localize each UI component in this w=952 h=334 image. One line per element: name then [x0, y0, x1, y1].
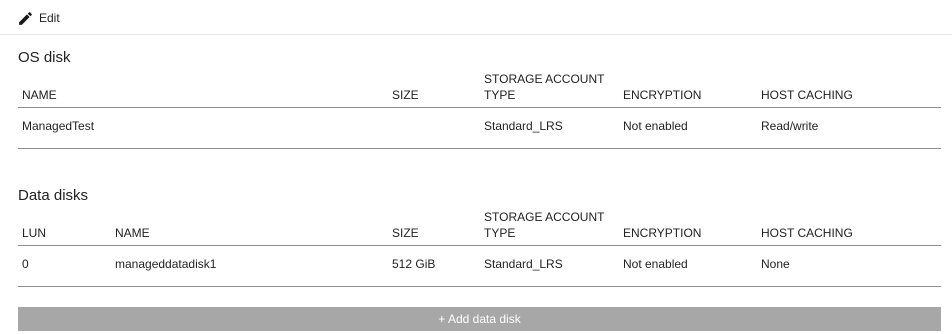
table-bottom-divider [18, 148, 941, 149]
cell-storage-type: Standard_LRS [484, 257, 563, 271]
os-disk-title: OS disk [18, 49, 71, 66]
col-header-host-caching: HOST CACHING [761, 88, 853, 102]
header-divider [18, 245, 941, 246]
cell-lun: 0 [22, 257, 29, 271]
table-bottom-divider [18, 286, 941, 287]
col-header-storage-line2: TYPE [484, 226, 516, 240]
cell-name: manageddatadisk1 [115, 257, 217, 271]
cell-name: ManagedTest [22, 119, 95, 133]
add-data-disk-button[interactable]: + Add data disk [18, 307, 941, 331]
cell-encryption: Not enabled [623, 119, 688, 133]
col-header-storage-line1: STORAGE ACCOUNT [484, 210, 605, 224]
col-header-lun: LUN [22, 226, 47, 240]
col-header-host-caching: HOST CACHING [761, 226, 853, 240]
header-divider [18, 107, 941, 108]
command-bar: Edit [0, 0, 952, 35]
col-header-size: SIZE [392, 226, 419, 240]
cell-size: 512 GiB [392, 257, 436, 271]
col-header-storage-line1: STORAGE ACCOUNT [484, 72, 605, 86]
edit-button[interactable]: Edit [17, 8, 60, 28]
cell-host-caching: None [761, 257, 790, 271]
cell-host-caching: Read/write [761, 119, 819, 133]
col-header-storage-line2: TYPE [484, 88, 516, 102]
pencil-icon [17, 10, 34, 27]
col-header-name: NAME [115, 226, 150, 240]
edit-label: Edit [39, 11, 60, 25]
col-header-size: SIZE [392, 88, 419, 102]
data-disks-title: Data disks [18, 187, 89, 204]
col-header-encryption: ENCRYPTION [623, 226, 702, 240]
col-header-name: NAME [22, 88, 57, 102]
cell-storage-type: Standard_LRS [484, 119, 563, 133]
col-header-encryption: ENCRYPTION [623, 88, 702, 102]
cell-encryption: Not enabled [623, 257, 688, 271]
